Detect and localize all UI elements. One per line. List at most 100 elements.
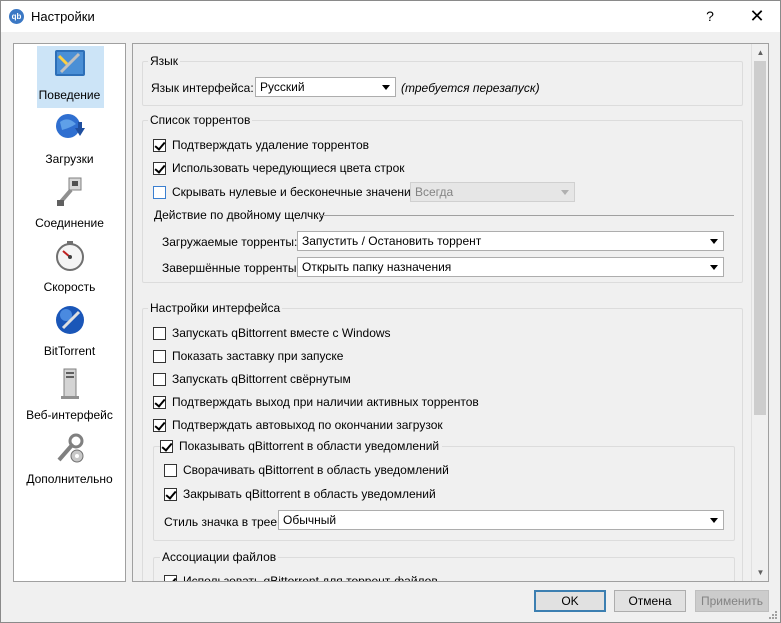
webui-icon (61, 368, 79, 399)
settings-content-panel: Язык Язык интерфейса: Русский (требуется… (132, 43, 769, 582)
checkbox-label: Использовать qBittorrent для торрент-фай… (183, 574, 438, 582)
cancel-button[interactable]: Отмена (614, 590, 686, 612)
start-minimized-row[interactable]: Запускать qBittorrent свёрнутым (153, 372, 351, 386)
checkbox-label: Закрывать qBittorrent в область уведомле… (183, 487, 436, 501)
use-for-torrents-row[interactable]: Использовать qBittorrent для торрент-фай… (164, 574, 438, 582)
speed-icon (56, 241, 84, 271)
sidebar-item-label: Загрузки (45, 152, 94, 166)
resize-grip-icon[interactable] (768, 610, 778, 620)
settings-window: qb Настройки ? ✕ Поведение Загрузки Соед… (0, 0, 781, 623)
group-title: Настройки интерфейса (148, 301, 283, 315)
group-title: Список торрентов (148, 113, 253, 127)
sidebar-item-behavior[interactable]: Поведение (14, 44, 125, 108)
subgroup-separator (320, 215, 734, 216)
start-with-windows-checkbox[interactable] (153, 326, 166, 340)
scrollbar-thumb[interactable] (754, 61, 766, 415)
bittorrent-icon (56, 306, 84, 334)
hide-zero-checkbox-row[interactable]: Скрывать нулевые и бесконечные значения (153, 185, 417, 199)
completed-torrents-label: Завершённые торренты: (162, 261, 300, 275)
checkbox-label: Сворачивать qBittorrent в область уведом… (183, 463, 449, 477)
confirm-autoexit-row[interactable]: Подтверждать автовыход по окончании загр… (153, 418, 443, 432)
close-tray-checkbox[interactable] (164, 487, 177, 501)
sidebar-item-webui[interactable]: Веб-интерфейс (14, 364, 125, 428)
vertical-scrollbar[interactable]: ▲ ▼ (751, 44, 768, 581)
checkbox-label: Подтверждать выход при наличии активных … (172, 395, 479, 409)
language-combo[interactable]: Русский (255, 77, 396, 97)
sidebar-item-label: Скорость (43, 280, 96, 294)
sidebar-item-label: BitTorrent (43, 344, 96, 358)
chevron-down-icon (561, 190, 569, 195)
confirm-delete-checkbox[interactable] (153, 138, 166, 152)
chevron-down-icon (710, 265, 718, 270)
sidebar-item-bittorrent[interactable]: BitTorrent (14, 300, 125, 364)
confirm-autoexit-checkbox[interactable] (153, 418, 166, 432)
checkbox-label: Запускать qBittorrent свёрнутым (172, 372, 351, 386)
title-bar: qb Настройки ? ✕ (1, 1, 780, 32)
checkbox-label: Показывать qBittorrent в области уведомл… (179, 439, 440, 453)
scroll-up-arrow-icon[interactable]: ▲ (752, 44, 768, 61)
sidebar-item-label: Веб-интерфейс (26, 408, 113, 422)
help-button[interactable]: ? (687, 1, 733, 32)
close-button[interactable]: ✕ (734, 1, 780, 32)
connection-icon (57, 177, 82, 206)
sidebar-item-label: Дополнительно (26, 472, 113, 486)
chevron-down-icon (710, 239, 718, 244)
language-label: Язык интерфейса: (151, 81, 254, 95)
confirm-delete-checkbox-row[interactable]: Подтверждать удаление торрентов (153, 138, 369, 152)
apply-button: Применить (695, 590, 769, 612)
checkbox-label: Подтверждать автовыход по окончании загр… (172, 418, 443, 432)
minimize-tray-row[interactable]: Сворачивать qBittorrent в область уведом… (164, 463, 449, 477)
file-association-subgroup: Ассоциации файлов Использовать qBittorre… (153, 550, 735, 582)
alt-row-colors-checkbox[interactable] (153, 161, 166, 175)
checkbox-label: Подтверждать удаление торрентов (172, 138, 370, 152)
tray-style-combo[interactable]: Обычный (278, 510, 724, 530)
show-splash-row[interactable]: Показать заставку при запуске (153, 349, 343, 363)
checkbox-label: Использовать чередующиеся цвета строк (172, 161, 405, 175)
chevron-down-icon (382, 85, 390, 90)
sidebar-item-connection[interactable]: Соединение (14, 172, 125, 236)
checkbox-label: Скрывать нулевые и бесконечные значения (172, 185, 418, 199)
show-tray-row[interactable]: Показывать qBittorrent в области уведомл… (160, 439, 443, 453)
use-for-torrents-checkbox[interactable] (164, 574, 177, 581)
sidebar-item-speed[interactable]: Скорость (14, 236, 125, 300)
alt-row-colors-checkbox-row[interactable]: Использовать чередующиеся цвета строк (153, 161, 405, 175)
completed-action-combo[interactable]: Открыть папку назначения (297, 257, 724, 277)
tray-style-value: Обычный (283, 513, 337, 527)
start-with-windows-row[interactable]: Запускать qBittorrent вместе с Windows (153, 326, 391, 340)
show-splash-checkbox[interactable] (153, 349, 166, 363)
downloading-torrents-label: Загружаемые торренты: (162, 235, 298, 249)
tray-style-label: Стиль значка в трее: (164, 515, 281, 529)
restart-required-note: (требуется перезапуск) (401, 81, 540, 95)
downloading-action-combo[interactable]: Запустить / Остановить торрент (297, 231, 724, 251)
start-minimized-checkbox[interactable] (153, 372, 166, 386)
sidebar-item-downloads[interactable]: Загрузки (14, 108, 125, 172)
sidebar-item-label: Соединение (35, 216, 104, 230)
show-tray-checkbox[interactable] (160, 439, 173, 453)
group-title: Язык (148, 54, 181, 68)
interface-group: Настройки интерфейса Запускать qBittorre… (142, 301, 743, 582)
minimize-tray-checkbox[interactable] (164, 463, 177, 477)
confirm-exit-checkbox[interactable] (153, 395, 166, 409)
hide-zero-combo-value: Всегда (415, 185, 454, 199)
ok-button[interactable]: OK (534, 590, 606, 612)
torrent-list-group: Список торрентов Подтверждать удаление т… (142, 113, 743, 283)
hide-zero-checkbox[interactable] (153, 185, 166, 199)
sidebar-item-label: Поведение (38, 88, 101, 102)
settings-sidebar: Поведение Загрузки Соединение Скорость B… (13, 43, 126, 582)
group-title: Ассоциации файлов (160, 550, 279, 564)
window-title: Настройки (31, 9, 95, 24)
sidebar-item-advanced[interactable]: Дополнительно (14, 428, 125, 492)
advanced-icon (57, 433, 84, 463)
close-tray-row[interactable]: Закрывать qBittorrent в область уведомле… (164, 487, 436, 501)
checkbox-label: Запускать qBittorrent вместе с Windows (172, 326, 391, 340)
qbittorrent-app-icon: qb (9, 9, 24, 24)
scroll-down-arrow-icon[interactable]: ▼ (752, 564, 768, 581)
hide-zero-combo: Всегда (410, 182, 575, 202)
checkbox-label: Показать заставку при запуске (172, 349, 344, 363)
confirm-exit-row[interactable]: Подтверждать выход при наличии активных … (153, 395, 479, 409)
downloads-icon (56, 114, 85, 138)
double-click-subgroup-title: Действие по двойному щелчку (154, 208, 325, 222)
language-group: Язык Язык интерфейса: Русский (требуется… (142, 54, 743, 106)
chevron-down-icon (710, 518, 718, 523)
language-combo-value: Русский (260, 80, 305, 94)
